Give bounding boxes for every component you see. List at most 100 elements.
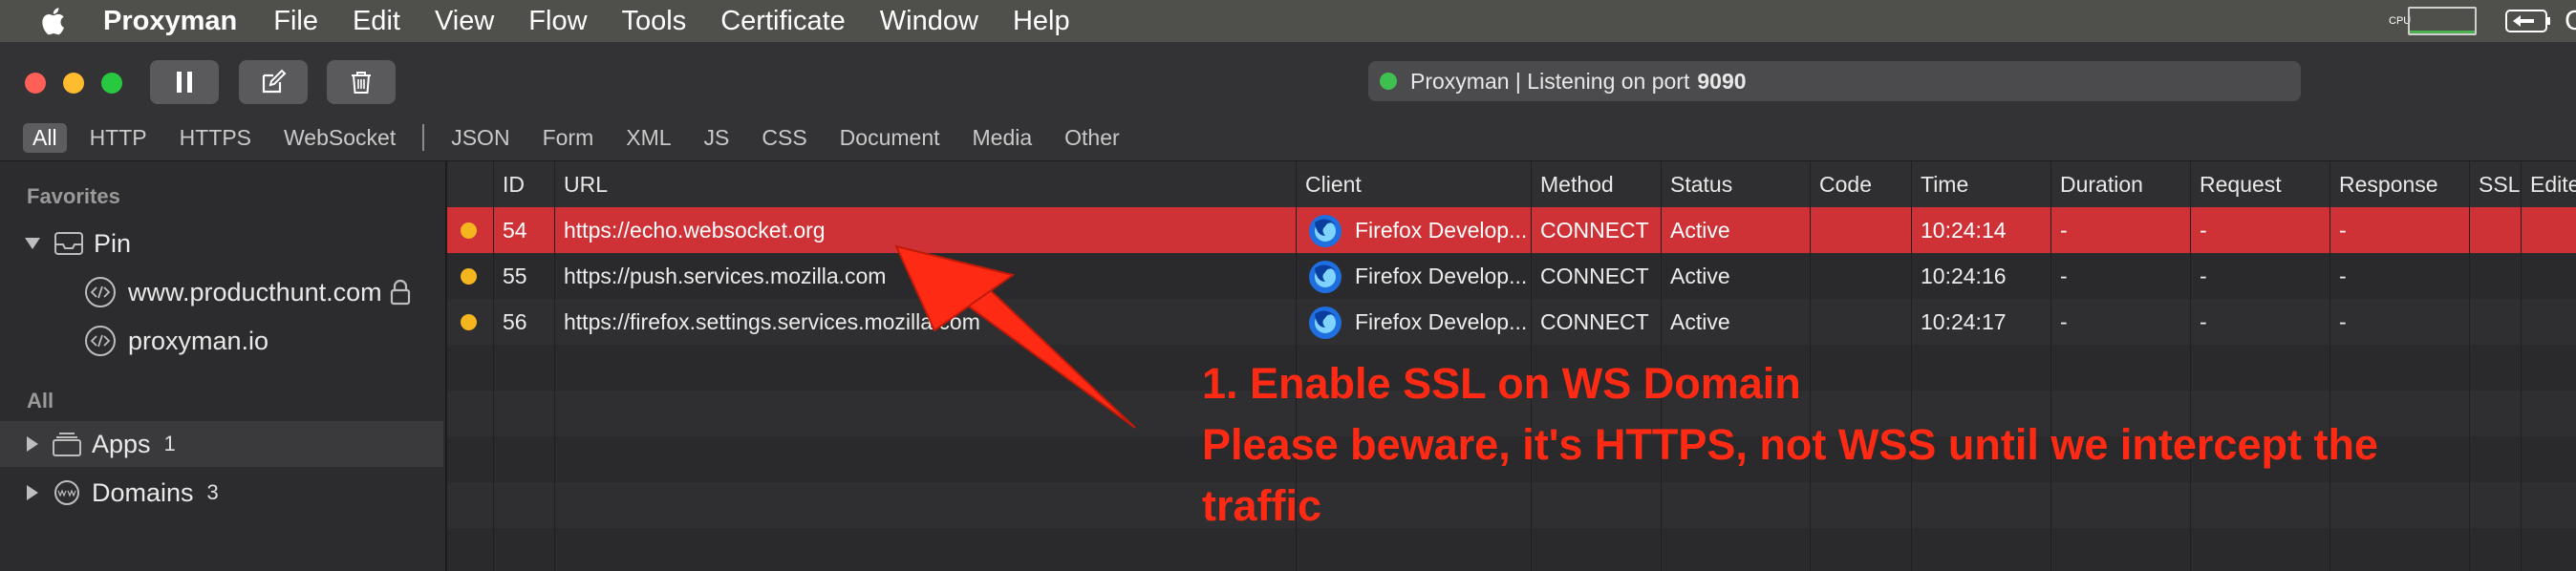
proxy-status-bar: Proxyman | Listening on port 9090 — [1368, 61, 2301, 101]
zoom-window-button[interactable] — [101, 73, 122, 94]
sidebar-item-apps[interactable]: Apps 1 — [0, 421, 443, 467]
menu-tools[interactable]: Tools — [622, 6, 687, 37]
filter-bar: All HTTP HTTPS WebSocket JSON Form XML J… — [23, 120, 1143, 155]
menu-edit[interactable]: Edit — [353, 6, 400, 37]
cell-status: Active — [1670, 264, 1730, 288]
firefox-icon — [1309, 307, 1342, 339]
cell-status: Active — [1670, 218, 1730, 243]
cpu-label: CPU — [2389, 14, 2412, 27]
menu-items: Proxyman File Edit View Flow Tools Certi… — [103, 0, 1105, 42]
disclosure-down-icon[interactable] — [25, 238, 40, 249]
column-header-request[interactable]: Request — [2194, 161, 2328, 207]
table-row[interactable]: 54 https://echo.websocket.org Firefox De… — [447, 207, 2576, 253]
menu-help[interactable]: Help — [1013, 6, 1070, 37]
domains-count: 3 — [206, 480, 219, 504]
cpu-graph[interactable] — [2408, 7, 2477, 35]
filter-https[interactable]: HTTPS — [170, 123, 261, 153]
table-header: ID URL Client Method Status Code Time Du… — [447, 161, 2576, 208]
all-heading: All — [27, 389, 54, 412]
filter-websocket[interactable]: WebSocket — [274, 123, 405, 153]
table-row[interactable]: 56 https://firefox.settings.services.moz… — [447, 299, 2576, 345]
status-port: 9090 — [1697, 68, 1747, 94]
menu-tray: CPU Ch — [2389, 0, 2576, 42]
code-icon — [85, 326, 116, 356]
inbox-icon — [54, 232, 83, 255]
cell-status: Active — [1670, 309, 1730, 334]
column-header-time[interactable]: Time — [1915, 161, 2049, 207]
cell-response: - — [2339, 309, 2347, 334]
filter-document[interactable]: Document — [830, 123, 950, 153]
pause-button[interactable] — [150, 60, 219, 104]
column-divider[interactable] — [554, 161, 555, 571]
pause-icon — [177, 72, 192, 93]
cell-url: https://firefox.settings.services.mozill… — [564, 309, 980, 334]
filter-json[interactable]: JSON — [441, 123, 519, 153]
menu-flow[interactable]: Flow — [528, 6, 587, 37]
firefox-icon — [1309, 261, 1342, 293]
cell-id: 54 — [503, 218, 527, 243]
filter-http[interactable]: HTTP — [80, 123, 157, 153]
sidebar: Favorites Pin www.producthunt.com proxym… — [0, 161, 447, 571]
filter-xml[interactable]: XML — [616, 123, 680, 153]
annotation-text: 1. Enable SSL on WS Domain Please beware… — [1202, 353, 2540, 537]
column-header-ssl[interactable]: SSL — [2473, 161, 2522, 207]
column-header-status[interactable]: Status — [1664, 161, 1808, 207]
annotation-line-3: traffic — [1202, 481, 1322, 530]
edit-icon — [262, 69, 287, 94]
battery-icon[interactable] — [2505, 9, 2551, 33]
filter-js[interactable]: JS — [695, 123, 740, 153]
lock-icon — [390, 279, 410, 306]
pending-dot-icon — [461, 222, 477, 239]
menu-view[interactable]: View — [435, 6, 494, 37]
column-header-code[interactable]: Code — [1814, 161, 1909, 207]
sidebar-item-pin[interactable]: Pin — [25, 224, 131, 263]
table-row[interactable]: 55 https://push.services.mozilla.com Fir… — [447, 253, 2576, 299]
trash-icon — [352, 72, 371, 94]
www-globe-icon — [54, 480, 79, 505]
menu-certificate[interactable]: Certificate — [720, 6, 846, 37]
pending-dot-icon — [461, 314, 477, 330]
status-indicator-icon — [1380, 73, 1397, 90]
column-header-client[interactable]: Client — [1299, 161, 1529, 207]
column-header-response[interactable]: Response — [2333, 161, 2467, 207]
column-header-edited[interactable]: Edite — [2524, 161, 2576, 207]
status-text: Proxyman | Listening on port — [1410, 68, 1690, 94]
apps-count: 1 — [163, 432, 176, 455]
pinned-item-producthunt[interactable]: www.producthunt.com — [84, 273, 411, 311]
menu-app-name[interactable]: Proxyman — [103, 6, 237, 37]
column-header-url[interactable]: URL — [558, 161, 787, 207]
filter-other[interactable]: Other — [1055, 123, 1129, 153]
cell-method: CONNECT — [1540, 218, 1649, 243]
code-icon — [85, 277, 116, 307]
filter-form[interactable]: Form — [533, 123, 604, 153]
pinned-item-label: www.producthunt.com — [128, 277, 382, 307]
filter-css[interactable]: CSS — [752, 123, 816, 153]
column-divider[interactable] — [493, 161, 494, 571]
apple-icon[interactable] — [38, 4, 71, 38]
disclosure-right-icon[interactable] — [27, 436, 38, 452]
minimize-window-button[interactable] — [63, 73, 84, 94]
compose-button[interactable] — [239, 60, 308, 104]
pending-dot-icon — [461, 268, 477, 285]
column-header-id[interactable]: ID — [497, 161, 556, 207]
column-header-method[interactable]: Method — [1535, 161, 1659, 207]
cell-response: - — [2339, 218, 2347, 243]
cell-client: Firefox Develop... — [1355, 218, 1528, 243]
cell-url: https://push.services.mozilla.com — [564, 264, 887, 288]
close-window-button[interactable] — [25, 73, 46, 94]
cell-duration: - — [2060, 309, 2068, 334]
pinned-item-proxyman[interactable]: proxyman.io — [84, 322, 268, 360]
tray-text[interactable]: Ch — [2565, 6, 2576, 37]
sidebar-item-label: Domains — [92, 477, 194, 507]
annotation-line-1: 1. Enable SSL on WS Domain — [1202, 359, 1801, 408]
cell-client: Firefox Develop... — [1355, 264, 1528, 288]
clear-button[interactable] — [327, 60, 396, 104]
disclosure-right-icon[interactable] — [27, 485, 38, 500]
sidebar-item-domains[interactable]: Domains 3 — [0, 470, 443, 516]
column-header-duration[interactable]: Duration — [2054, 161, 2188, 207]
menu-file[interactable]: File — [273, 6, 318, 37]
menu-window[interactable]: Window — [880, 6, 978, 37]
filter-all[interactable]: All — [23, 122, 67, 153]
favorites-heading: Favorites — [27, 184, 120, 208]
filter-media[interactable]: Media — [963, 123, 1042, 153]
